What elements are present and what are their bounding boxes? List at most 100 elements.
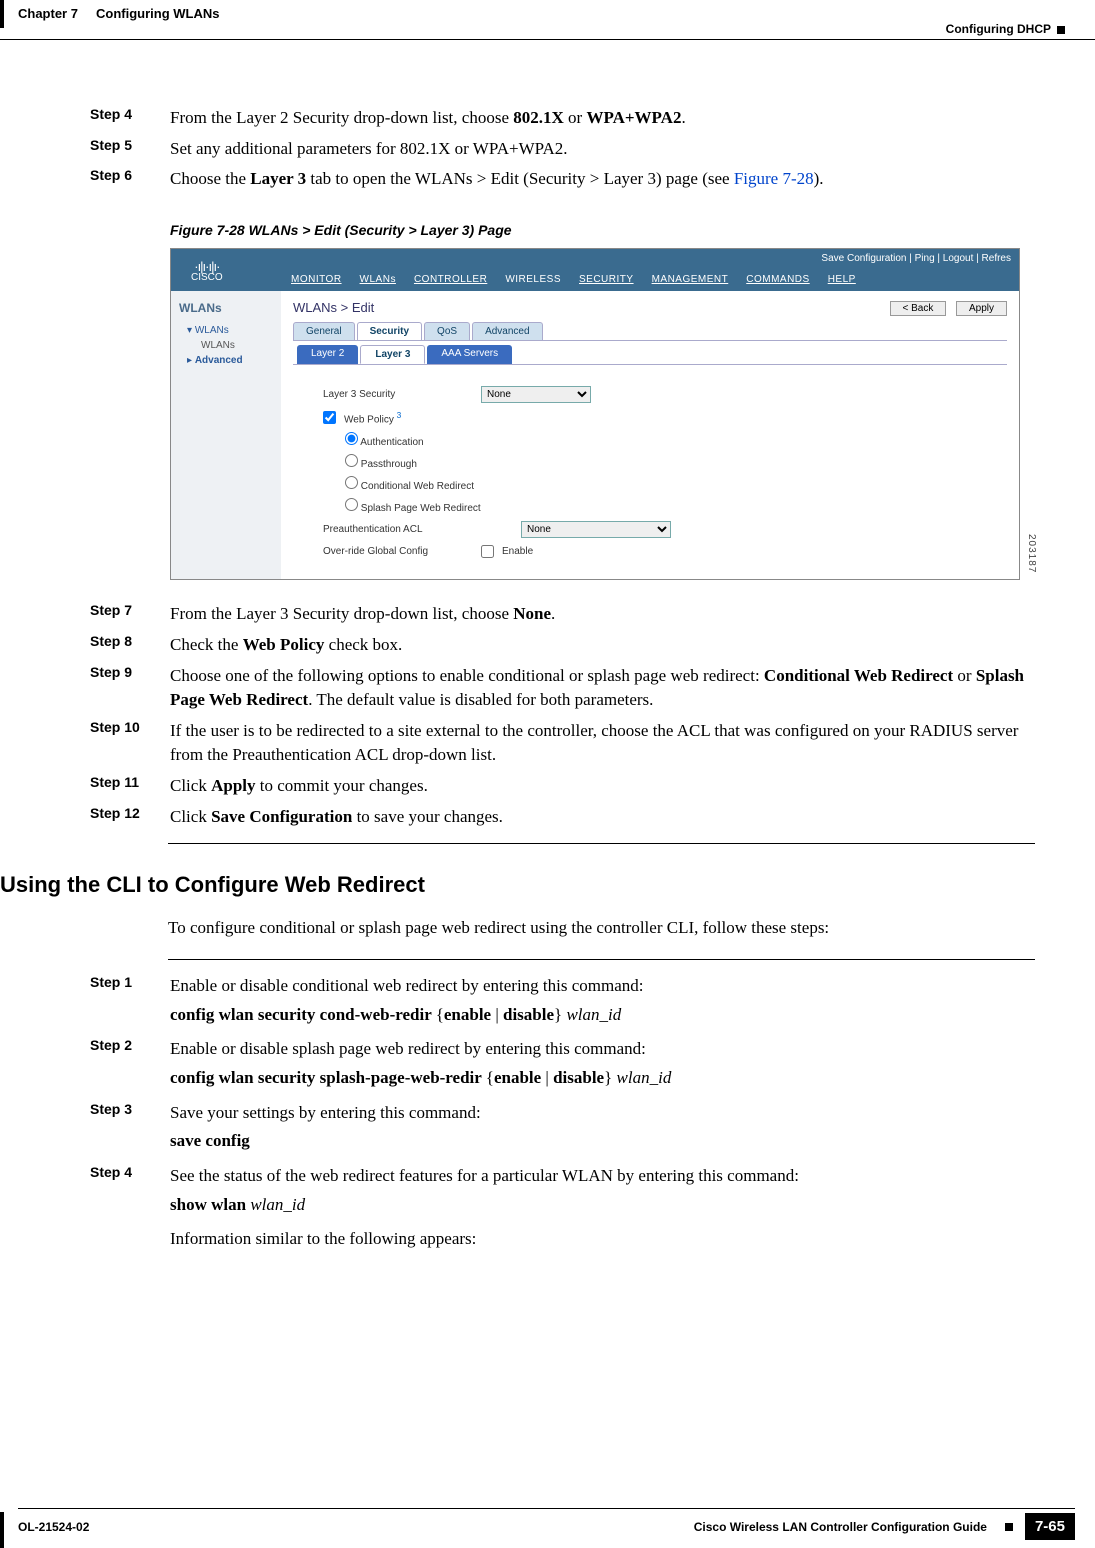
step-4: Step 4 From the Layer 2 Security drop-do… xyxy=(90,106,1035,131)
ss-sidebar: WLANs ▾ WLANs WLANs ▸ Advanced xyxy=(171,291,281,579)
radio-passthrough-label: Passthrough xyxy=(361,459,417,470)
header-square-icon xyxy=(1057,26,1065,34)
step-label: Step 5 xyxy=(90,137,170,162)
step-6: Step 6 Choose the Layer 3 tab to open th… xyxy=(90,167,1035,192)
footer-square-icon xyxy=(1005,1523,1013,1531)
cli-heading: Using the CLI to Configure Web Redirect xyxy=(0,872,1035,898)
cisco-bars-icon: ·ı|ı·ı|ı· xyxy=(191,260,223,273)
header-accent-bar xyxy=(0,0,4,28)
tab-security[interactable]: Security xyxy=(357,322,422,340)
step-9: Step 9 Choose one of the following optio… xyxy=(90,664,1035,713)
embedded-screenshot: Save Configuration | Ping | Logout | Ref… xyxy=(170,248,1020,580)
nav-help[interactable]: HELP xyxy=(828,274,856,285)
subtab-aaa[interactable]: AAA Servers xyxy=(427,345,512,364)
step-label: Step 10 xyxy=(90,719,170,768)
page-number: 7-65 xyxy=(1025,1513,1075,1540)
web-policy-checkbox[interactable] xyxy=(323,411,336,424)
sidebar-item-wlans-sub[interactable]: WLANs xyxy=(179,338,273,353)
step-text: Enable or disable conditional web redire… xyxy=(170,974,1035,1031)
layer3-security-select[interactable]: None xyxy=(481,386,591,403)
step-label: Step 2 xyxy=(90,1037,170,1094)
step-5: Step 5 Set any additional parameters for… xyxy=(90,137,1035,162)
tab-qos[interactable]: QoS xyxy=(424,322,470,340)
step-text: From the Layer 2 Security drop-down list… xyxy=(170,106,1035,131)
page-header: Chapter 7 Configuring WLANs Configuring … xyxy=(0,0,1095,40)
chapter-title: Configuring WLANs xyxy=(96,6,219,21)
override-global-checkbox[interactable] xyxy=(481,545,494,558)
ss-utility-links[interactable]: Save Configuration | Ping | Logout | Ref… xyxy=(821,253,1011,264)
preauth-acl-label: Preauthentication ACL xyxy=(323,524,513,535)
step-label: Step 1 xyxy=(90,974,170,1031)
nav-security[interactable]: SECURITY xyxy=(579,274,634,285)
procedure-end-rule xyxy=(168,843,1035,844)
sidebar-title: WLANs xyxy=(179,301,273,315)
step-text: Choose one of the following options to e… xyxy=(170,664,1035,713)
step-label: Step 4 xyxy=(90,1164,170,1256)
procedure-start-rule xyxy=(168,959,1035,960)
nav-controller[interactable]: CONTROLLER xyxy=(414,274,487,285)
step-text: Choose the Layer 3 tab to open the WLANs… xyxy=(170,167,1035,192)
subtab-row: Layer 2 Layer 3 AAA Servers xyxy=(293,345,1007,365)
step-label: Step 7 xyxy=(90,602,170,627)
figure-caption: Figure 7-28 WLANs > Edit (Security > Lay… xyxy=(170,222,1035,238)
radio-conditional-label: Conditional Web Redirect xyxy=(361,481,474,492)
nav-monitor[interactable]: MONITOR xyxy=(291,274,342,285)
radio-splash[interactable] xyxy=(345,498,358,511)
nav-commands[interactable]: COMMANDS xyxy=(746,274,809,285)
step-text: From the Layer 3 Security drop-down list… xyxy=(170,602,1035,627)
radio-splash-label: Splash Page Web Redirect xyxy=(361,503,481,514)
preauth-acl-select[interactable]: None xyxy=(521,521,671,538)
ss-nav-bar: ·ı|ı·ı|ı· CISCO MONITOR WLANs CONTROLLER… xyxy=(171,268,1019,291)
step-label: Step 3 xyxy=(90,1101,170,1158)
web-policy-label: Web Policy 3 xyxy=(344,410,401,425)
step-11: Step 11 Click Apply to commit your chang… xyxy=(90,774,1035,799)
step-label: Step 4 xyxy=(90,106,170,131)
subtab-layer2[interactable]: Layer 2 xyxy=(297,345,358,364)
figure-link[interactable]: Figure 7-28 xyxy=(734,169,814,188)
step-text: Set any additional parameters for 802.1X… xyxy=(170,137,1035,162)
step-text: Check the Web Policy check box. xyxy=(170,633,1035,658)
figure-id: 203187 xyxy=(1026,534,1037,573)
step-7: Step 7 From the Layer 3 Security drop-do… xyxy=(90,602,1035,627)
chapter-number: Chapter 7 xyxy=(18,6,78,21)
apply-button[interactable]: Apply xyxy=(956,301,1007,316)
radio-authentication[interactable] xyxy=(345,432,358,445)
step-label: Step 8 xyxy=(90,633,170,658)
cli-intro: To configure conditional or splash page … xyxy=(168,916,1035,941)
radio-passthrough[interactable] xyxy=(345,454,358,467)
radio-conditional[interactable] xyxy=(345,476,358,489)
page-footer: OL-21524-02 Cisco Wireless LAN Controlle… xyxy=(18,1508,1075,1540)
sidebar-item-wlans[interactable]: ▾ WLANs xyxy=(179,323,273,338)
sidebar-item-advanced[interactable]: ▸ Advanced xyxy=(179,353,273,368)
nav-wlans[interactable]: WLANs xyxy=(360,274,396,285)
section-title: Configuring DHCP xyxy=(946,22,1051,36)
doc-id: OL-21524-02 xyxy=(18,1520,89,1534)
step-label: Step 11 xyxy=(90,774,170,799)
ss-utility-bar: Save Configuration | Ping | Logout | Ref… xyxy=(171,249,1019,268)
footer-accent-bar xyxy=(0,1512,4,1548)
override-global-label: Over-ride Global Config xyxy=(323,546,473,557)
nav-wireless[interactable]: WIRELESS xyxy=(505,274,561,285)
step-label: Step 9 xyxy=(90,664,170,713)
guide-title: Cisco Wireless LAN Controller Configurat… xyxy=(694,1520,987,1534)
tab-general[interactable]: General xyxy=(293,322,355,340)
nav-management[interactable]: MANAGEMENT xyxy=(652,274,729,285)
cli-step-1: Step 1 Enable or disable conditional web… xyxy=(90,974,1035,1031)
layer3-security-label: Layer 3 Security xyxy=(323,389,473,400)
tab-advanced[interactable]: Advanced xyxy=(472,322,542,340)
step-8: Step 8 Check the Web Policy check box. xyxy=(90,633,1035,658)
page-content: Step 4 From the Layer 2 Security drop-do… xyxy=(0,40,1095,1256)
step-text: Click Apply to commit your changes. xyxy=(170,774,1035,799)
web-policy-footnote[interactable]: 3 xyxy=(397,410,402,420)
subtab-layer3[interactable]: Layer 3 xyxy=(360,345,425,364)
ss-main: WLANs > Edit < Back Apply General Securi… xyxy=(281,291,1019,579)
cli-step-4: Step 4 See the status of the web redirec… xyxy=(90,1164,1035,1256)
override-enable-label: Enable xyxy=(502,546,533,557)
back-button[interactable]: < Back xyxy=(890,301,947,316)
tab-row: General Security QoS Advanced xyxy=(293,322,1007,341)
cli-step-2: Step 2 Enable or disable splash page web… xyxy=(90,1037,1035,1094)
step-text: Enable or disable splash page web redire… xyxy=(170,1037,1035,1094)
step-text: Save your settings by entering this comm… xyxy=(170,1101,1035,1158)
cli-step-3: Step 3 Save your settings by entering th… xyxy=(90,1101,1035,1158)
breadcrumb: WLANs > Edit xyxy=(293,300,374,315)
